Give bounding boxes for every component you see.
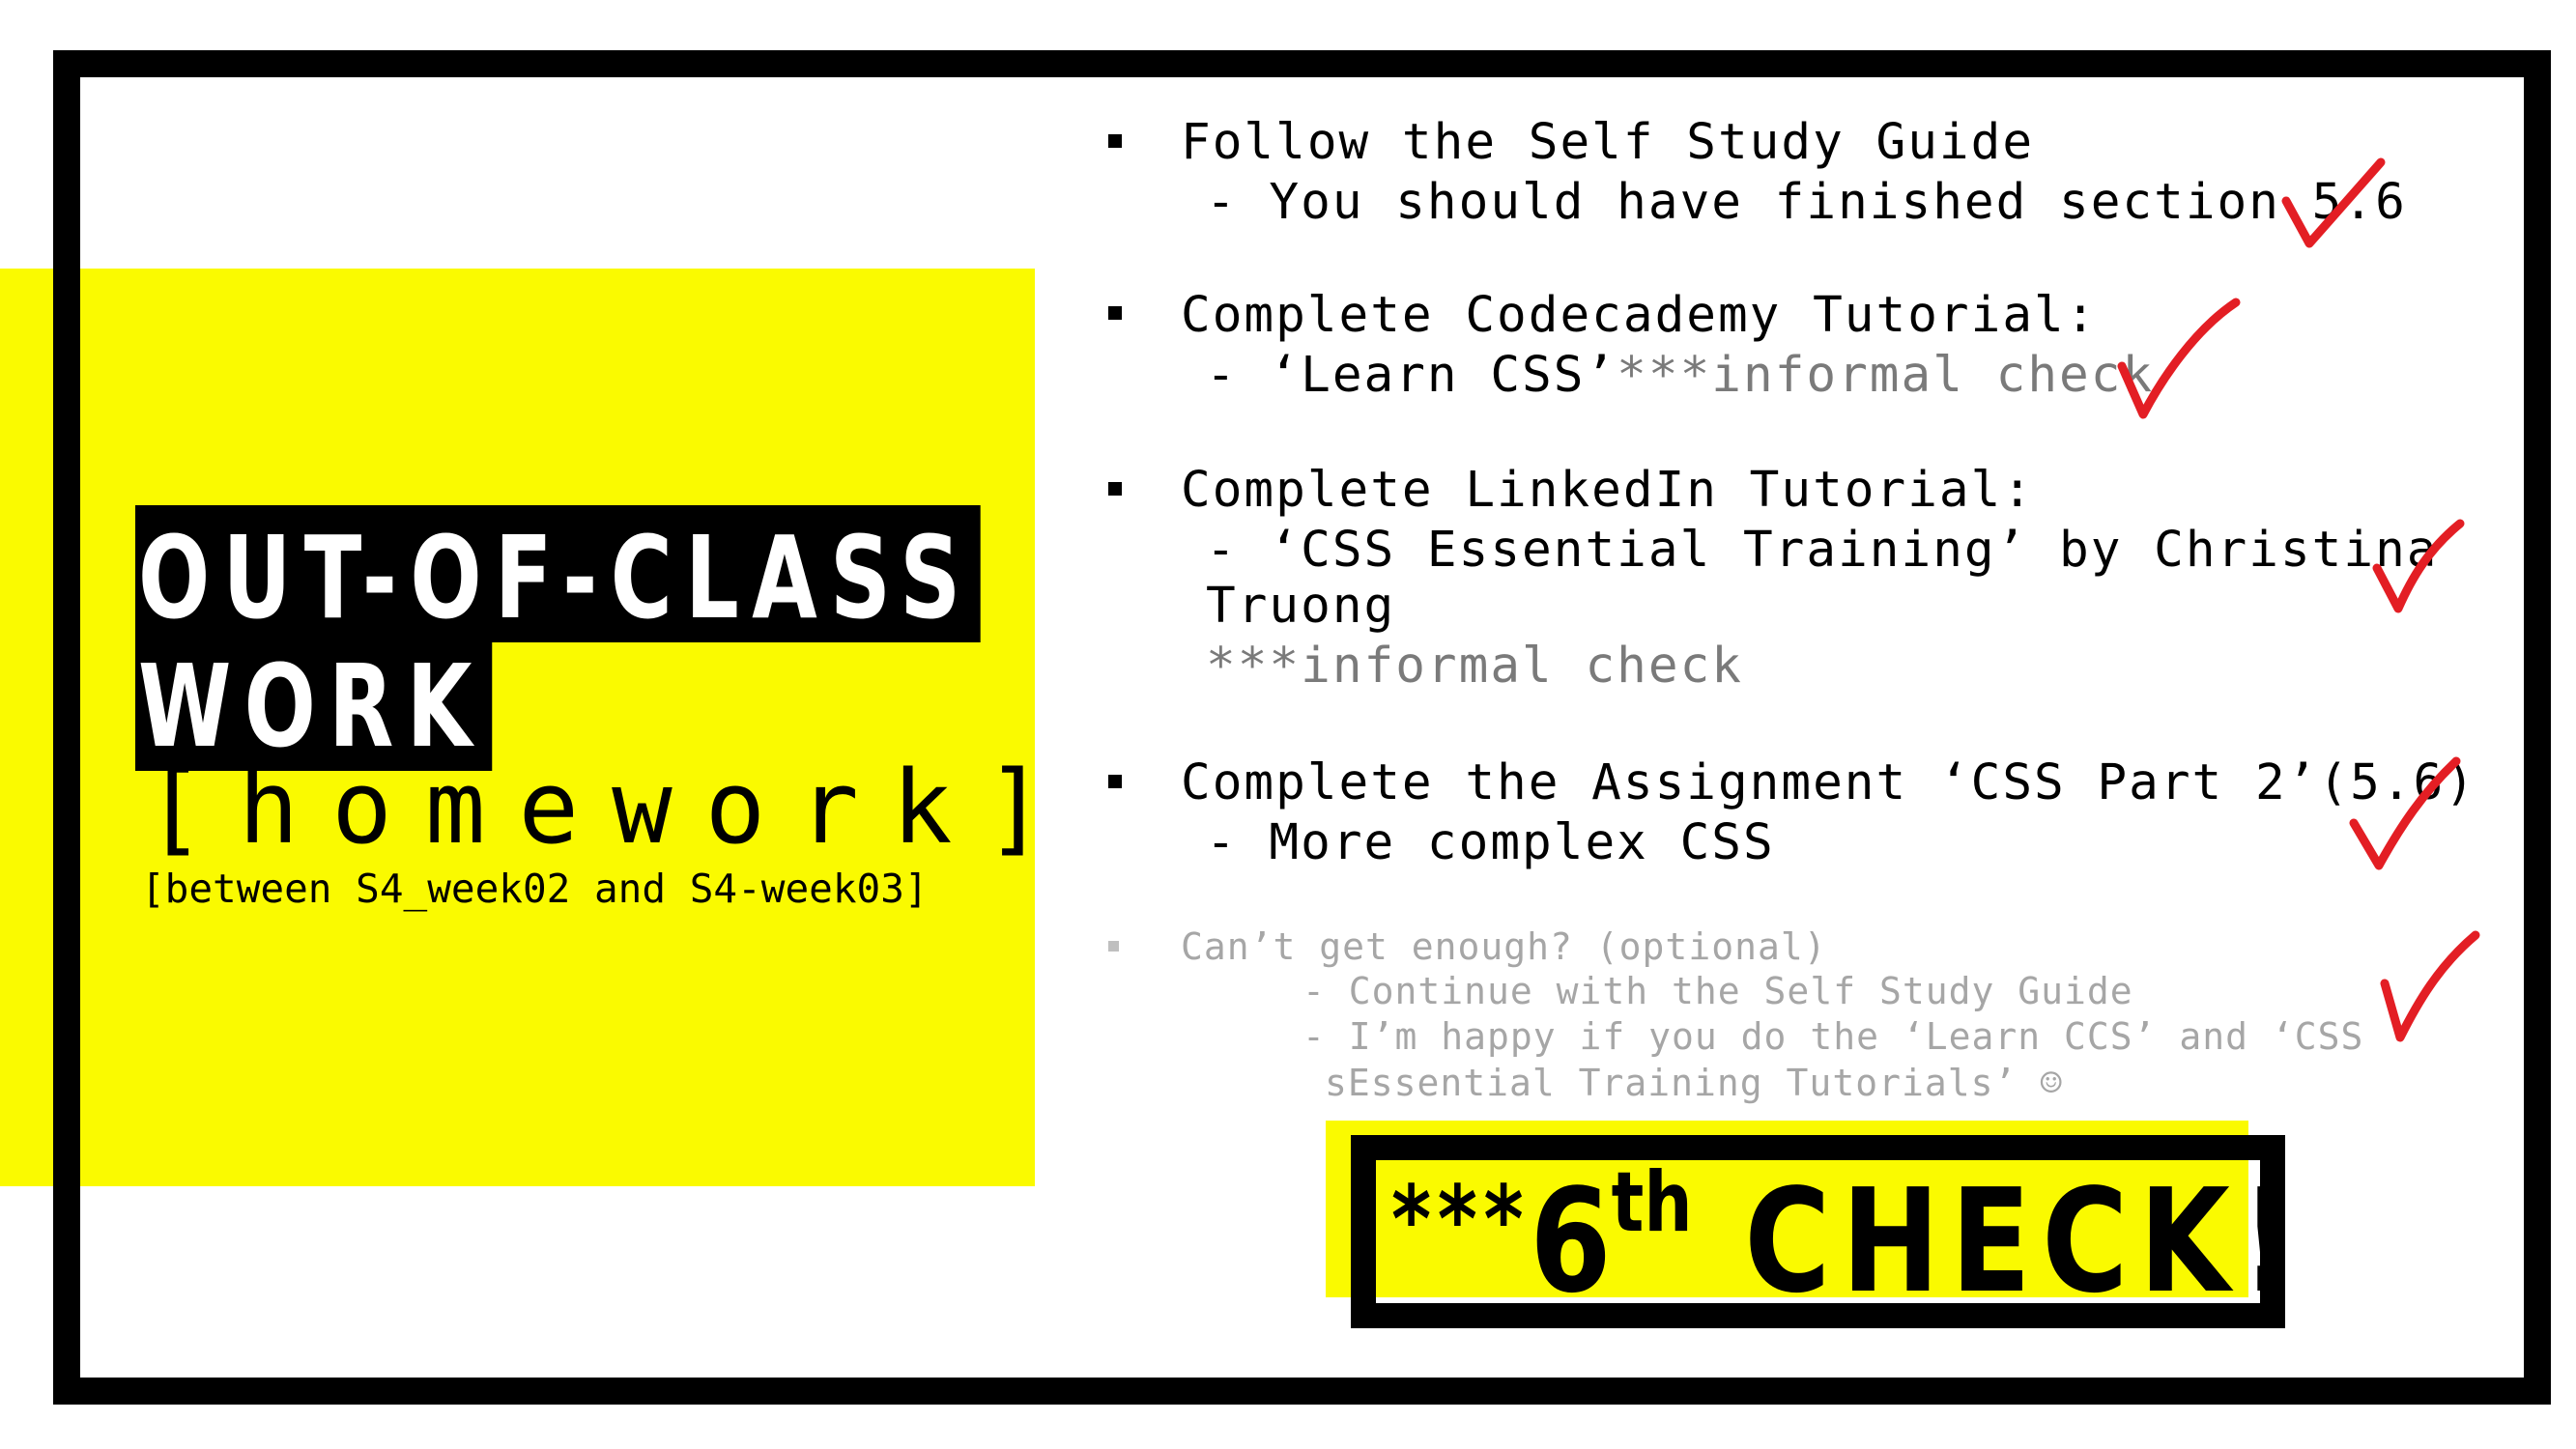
optional-heading: Can’t get enough? (optional): [1181, 925, 1827, 968]
square-bullet-icon: [1108, 775, 1122, 788]
task-1-detail: - You should have finished section 5.6: [1206, 174, 2407, 231]
task-2-heading: Complete Codecademy Tutorial:: [1181, 287, 2098, 344]
homework-label: [homework]: [145, 749, 1079, 867]
banner-check-word: CHECK!: [1744, 1158, 2306, 1324]
week-range-subtitle: [between S4_week02 and S4-week03]: [141, 866, 929, 912]
task-1-heading: Follow the Self Study Guide: [1181, 114, 2035, 171]
square-bullet-icon: [1108, 482, 1122, 496]
task-3-informal-note: ***informal check: [1206, 638, 1743, 695]
square-bullet-icon: [1108, 134, 1122, 148]
red-checkmark-icon: [2281, 157, 2386, 248]
task-2-detail-text: - ‘Learn CSS’: [1206, 347, 1617, 404]
red-checkmark-icon: [2372, 519, 2465, 613]
square-bullet-icon: [1108, 941, 1119, 952]
task-4-detail: - More complex CSS: [1206, 814, 1775, 871]
check-banner: ***6th CHECK!: [1391, 1154, 2305, 1324]
optional-line-3: sEssential Training Tutorials’ ☺: [1325, 1062, 2064, 1104]
red-checkmark-icon: [2380, 930, 2480, 1042]
task-3-detail-continued: Truong: [1206, 578, 1396, 635]
optional-line-2: - I’m happy if you do the ‘Learn CCS’ an…: [1302, 1015, 2364, 1058]
task-2-detail: - ‘Learn CSS’***informal check: [1206, 347, 2154, 404]
banner-stars: ***: [1391, 1166, 1531, 1274]
red-checkmark-icon: [2349, 756, 2461, 870]
task-3-heading: Complete LinkedIn Tutorial:: [1181, 462, 2035, 519]
banner-ordinal-suffix: th: [1611, 1154, 1693, 1251]
task-4-heading: Complete the Assignment ‘CSS Part 2’(5.6…: [1181, 754, 2476, 811]
optional-line-1: - Continue with the Self Study Guide: [1302, 970, 2133, 1012]
banner-number: 6: [1530, 1158, 1612, 1324]
task-3-detail: - ‘CSS Essential Training’ by Christina: [1206, 522, 2439, 579]
red-checkmark-icon: [2117, 298, 2241, 419]
task-2-informal-note: ***informal check: [1617, 347, 2155, 404]
banner-word: [1693, 1158, 1745, 1324]
title-line-1: OUT-OF-CLASS: [135, 505, 981, 642]
square-bullet-icon: [1108, 306, 1122, 320]
